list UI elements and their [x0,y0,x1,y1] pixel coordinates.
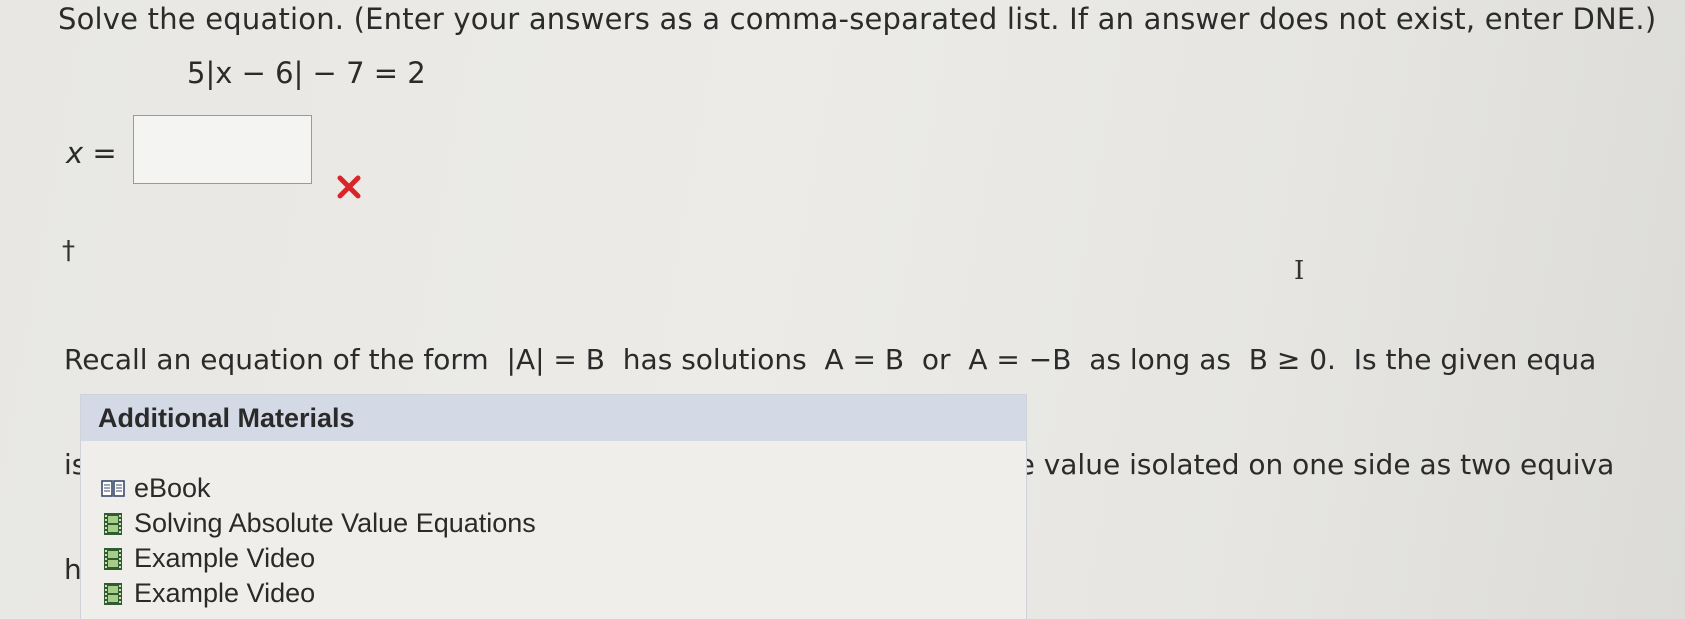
answer-label: x = [66,136,117,170]
material-label: Example Video [134,543,316,573]
equation: 5|x − 6| − 7 = 2 [187,56,426,90]
question-prompt: Solve the equation. (Enter your answers … [58,2,1657,36]
additional-materials-title: Additional Materials [81,395,1026,441]
material-link-example-video-1[interactable]: Example Video [101,541,1026,576]
answer-input[interactable] [133,115,312,184]
hint-line: Recall an equation of the form |A| = B h… [64,343,1597,376]
material-label: Example Video [134,578,316,608]
material-link-example-video-2[interactable]: Example Video [101,576,1026,611]
book-icon [101,479,125,497]
material-label: Solving Absolute Value Equations [134,508,536,538]
film-icon [104,512,122,535]
hint-marker: † [62,236,75,266]
materials-list: eBook Solving Absolute Value Equations E… [81,441,1026,611]
red-x-icon [337,175,361,199]
film-icon [104,582,122,605]
material-link-solving-absolute-value[interactable]: Solving Absolute Value Equations [101,506,1026,541]
material-label: eBook [134,473,211,503]
material-link-ebook[interactable]: eBook [101,471,1026,506]
text-cursor-icon: I [1294,256,1305,286]
additional-materials-panel: Additional Materials eBook Solving Absol… [80,394,1027,619]
film-icon [104,547,122,570]
